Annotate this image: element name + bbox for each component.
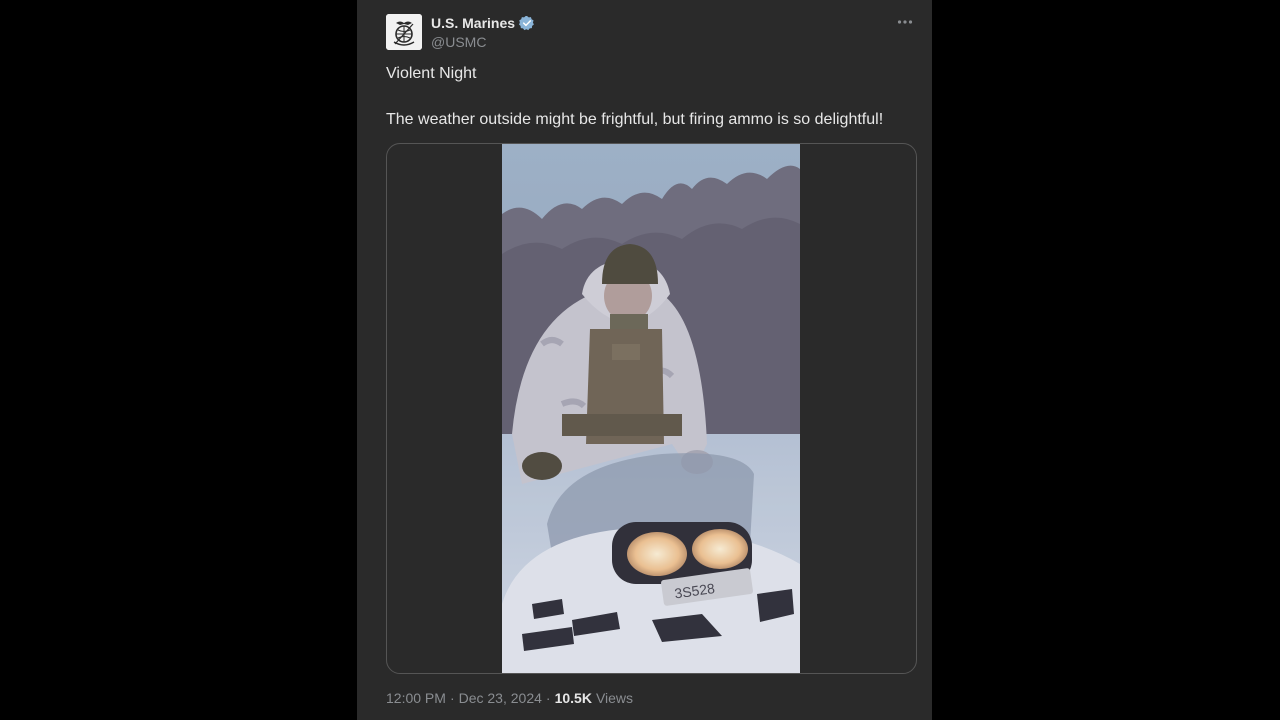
video-player[interactable]: 3S528: [502, 144, 800, 673]
verified-badge-icon: [519, 15, 535, 31]
views-count[interactable]: 10.5K: [555, 690, 592, 706]
usmc-emblem-icon: [386, 14, 422, 50]
tweet-media[interactable]: 3S528: [386, 143, 917, 674]
more-options-icon: [897, 20, 913, 24]
meta-separator: ·: [545, 690, 551, 706]
tweet-date[interactable]: Dec 23, 2024: [459, 690, 542, 706]
more-options-button[interactable]: [894, 12, 916, 32]
meta-separator: ·: [449, 690, 455, 706]
video-thumbnail: 3S528: [502, 144, 800, 673]
tweet-meta: 12:00 PM · Dec 23, 2024 · 10.5K Views: [386, 690, 633, 706]
avatar[interactable]: [386, 14, 422, 50]
screen: U.S. Marines @USMC Violent Night The wea…: [0, 0, 1280, 720]
tweet-card: U.S. Marines @USMC Violent Night The wea…: [357, 0, 932, 720]
tweet-text-body: The weather outside might be frightful, …: [386, 111, 884, 128]
views-label: Views: [595, 690, 634, 706]
author-name-row: U.S. Marines: [431, 14, 535, 32]
author-name[interactable]: U.S. Marines: [431, 15, 515, 31]
tweet-time[interactable]: 12:00 PM: [386, 690, 446, 706]
tweet-text-title: Violent Night: [386, 65, 477, 82]
author-handle[interactable]: @USMC: [431, 34, 486, 50]
